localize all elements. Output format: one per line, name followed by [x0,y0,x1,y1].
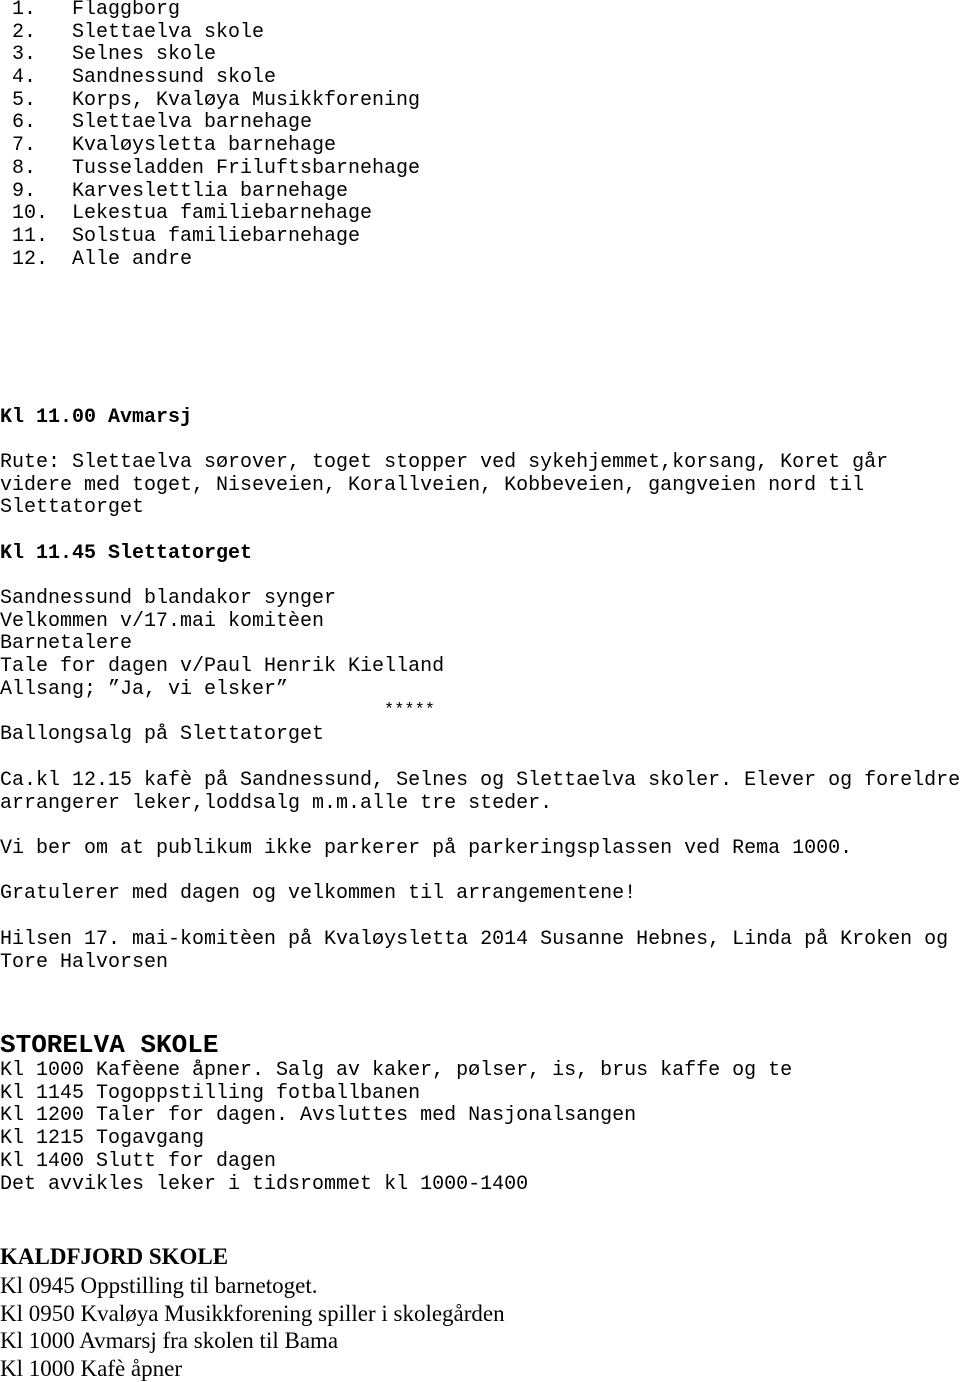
greeting-line: Tore Halvorsen [0,950,169,974]
route-line: Rute: Slettaelva sørover, toget stopper … [0,451,889,474]
route-description: Rute: Slettaelva sørover, toget stopper … [0,451,960,520]
list-label: Selnes skole [72,43,217,67]
congrats-text: Gratulerer med dagen og velkommen til ar… [0,882,637,905]
list-number: 11. [12,224,49,248]
avmarsj-heading: Kl 11.00 Avmarsj [0,406,193,429]
list-number: 12. [12,247,49,271]
participants-list: 1. Flaggborg 2. Slettaelva skole 3. Selnes … [0,0,420,271]
route-line: Slettatorget [0,496,145,520]
list-number: 9. [12,179,37,203]
list-label: Alle andre [72,247,193,271]
list-number: 2. [12,20,37,44]
list-item: 2. Slettaelva skole [0,20,420,45]
list-number: 6. [12,111,37,135]
list-item: 5. Korps, Kvaløya Musikkforening [0,88,421,113]
list-number: 3. [12,43,37,67]
list-item: 9. Karveslettlia barnehage [0,179,420,204]
list-label: Kvaløysletta barnehage [72,134,337,158]
list-item: 12. Alle andre [0,247,420,272]
list-label: Slettaelva barnehage [72,111,313,135]
greeting-line: Hilsen 17. mai-komitèen på Kvaløysletta … [0,928,949,951]
slettatorget-heading: Kl 11.45 Slettatorget [0,542,253,565]
list-label: Korps, Kvaløya Musikkforening [72,88,421,112]
storelva-heading: STORELVA SKOLE [0,1030,219,1060]
route-line: videre med toget, Niseveien, Korallveien… [0,473,865,497]
list-item: 3. Selnes skole [0,44,420,67]
separator-stars: ***** [384,701,436,720]
list-label: Sandnessund skole [72,66,277,90]
schedule-item: Det avvikles leker i tidsrommet kl 1000-… [0,1172,529,1196]
program-item: Velkommen v/17.mai komitèen [0,609,325,633]
list-label: Tusseladden Friluftsbarnehage [72,156,421,180]
greeting: Hilsen 17. mai-komitèen på Kvaløysletta … [0,928,960,974]
kaldfjord-heading: KALDFJORD SKOLE [0,1244,229,1269]
schedule-item: Kl 0950 Kvaløya Musikkforening spiller i… [0,1300,505,1326]
list-label: Flaggborg [72,0,181,21]
slettatorget-program: Sandnessund blandakor synger Velkommen v… [0,587,960,702]
list-label: Karveslettlia barnehage [72,179,349,203]
list-item: 10. Lekestua familiebarnehage [0,202,420,226]
schedule-item: Kl 1145 Togoppstilling fotballbanen [0,1081,421,1105]
program-item: Tale for dagen v/Paul Henrik Kielland [0,655,445,679]
schedule-item: Kl 1000 Kafèene åpner. Salg av kaker, pø… [0,1059,793,1082]
list-item: 8. Tusseladden Friluftsbarnehage [0,156,421,181]
list-label: Solstua familiebarnehage [72,224,361,248]
storelva-schedule: Kl 1000 Kafèene åpner. Salg av kaker, pø… [0,1059,960,1196]
list-number: 5. [12,88,37,112]
program-item: Allsang; ”Ja, vi elsker” [0,677,289,701]
parking-note: Vi ber om at publikum ikke parkerer på p… [0,837,853,860]
schedule-item: Kl 0945 Oppstilling til barnetoget. [0,1273,318,1298]
list-number: 4. [12,66,37,90]
schedule-item: Kl 1000 Kafè åpner [0,1355,183,1381]
balloon-sale: Ballongsalg på Slettatorget [0,723,325,746]
schedule-item: Kl 1215 Togavgang [0,1127,205,1151]
list-number: 10. [12,202,49,226]
kaldfjord-schedule: Kl 0945 Oppstilling til barnetoget. Kl 0… [0,1272,505,1382]
cafe-info: Ca.kl 12.15 kafè på Sandnessund, Selnes … [0,769,960,815]
program-item: Barnetalere [0,632,133,656]
list-label: Slettaelva skole [72,20,265,44]
schedule-item: Kl 1400 Slutt for dagen [0,1149,277,1173]
list-number: 8. [12,156,37,180]
list-item: 4. Sandnessund skole [0,66,420,90]
list-number: 1. [12,0,37,21]
list-item: 11. Solstua familiebarnehage [0,224,420,249]
list-label: Lekestua familiebarnehage [72,202,373,226]
cafe-line: arrangerer leker,loddsalg m.m.alle tre s… [0,791,553,815]
schedule-item: Kl 1200 Taler for dagen. Avsluttes med N… [0,1104,637,1128]
schedule-item: Kl 1000 Avmarsj fra skolen til Bama [0,1328,339,1353]
program-item: Sandnessund blandakor synger [0,587,337,610]
list-item: 6. Slettaelva barnehage [0,112,420,135]
list-item: 1. Flaggborg [0,0,420,22]
list-number: 7. [12,134,37,158]
cafe-line: Ca.kl 12.15 kafè på Sandnessund, Selnes … [0,769,960,792]
list-item: 7. Kvaløysletta barnehage [0,134,420,158]
